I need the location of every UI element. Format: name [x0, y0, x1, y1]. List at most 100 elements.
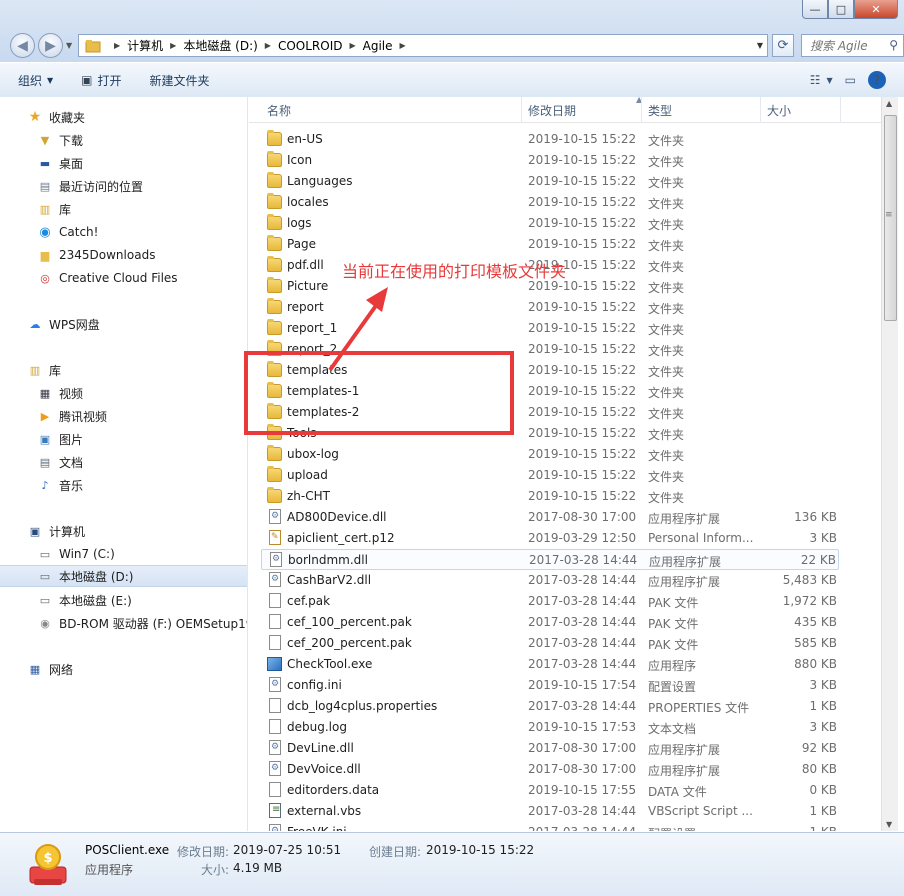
- file-row[interactable]: DevLine.dll 2017-08-30 17:00 应用程序扩展 92 KB: [261, 738, 839, 759]
- settings-file-icon: [269, 509, 281, 524]
- file-date: 2017-03-28 14:44: [528, 804, 637, 818]
- refresh-icon: ⟳: [777, 38, 789, 53]
- sidebar-item-creative-cloud[interactable]: ◎ Creative Cloud Files: [37, 267, 177, 289]
- file-row[interactable]: external.vbs 2017-03-28 14:44 VBScript Scr…: [261, 801, 839, 822]
- maximize-button[interactable]: □: [828, 0, 854, 19]
- column-header-date[interactable]: 修改日期: [522, 97, 642, 123]
- preview-pane-icon[interactable]: ▭: [845, 73, 856, 87]
- breadcrumb-computer[interactable]: 计算机: [127, 37, 163, 54]
- column-header-name[interactable]: 名称: [261, 97, 522, 123]
- search-icon[interactable]: ⚲: [889, 38, 898, 52]
- settings-file-icon: [269, 677, 281, 692]
- new-folder-button[interactable]: 新建文件夹: [150, 72, 210, 89]
- file-row[interactable]: upload 2019-10-15 15:22 文件夹: [261, 465, 839, 486]
- file-row[interactable]: report 2019-10-15 15:22 文件夹: [261, 297, 839, 318]
- file-row[interactable]: debug.log 2019-10-15 17:53 文本文档 3 KB: [261, 717, 839, 738]
- breadcrumb-separator-icon[interactable]: ▶: [400, 41, 406, 50]
- file-row[interactable]: FreeVK.ini 2017-03-28 14:44 配置设置 1 KB: [261, 822, 839, 831]
- folder-icon: [267, 214, 282, 230]
- sidebar-item-documents[interactable]: ▤ 文档: [37, 451, 83, 473]
- sidebar-item-videos[interactable]: ▦ 视频: [37, 382, 83, 404]
- file-row[interactable]: dcb_log4cplus.properties 2017-03-28 14:44…: [261, 696, 839, 717]
- sidebar-item-downloads[interactable]: ▼ 下载: [37, 129, 83, 151]
- open-button[interactable]: ▣ 打开: [81, 72, 121, 89]
- sidebar-item-drive-f[interactable]: ◉ BD-ROM 驱动器 (F:) OEMSetup19: [37, 612, 247, 634]
- sidebar-favorites[interactable]: ★ 收藏夹: [27, 106, 85, 128]
- back-button[interactable]: ◀: [10, 33, 35, 58]
- file-row[interactable]: editorders.data 2019-10-15 17:55 DATA 文件 0 …: [261, 780, 839, 801]
- sidebar-item-music[interactable]: ♪ 音乐: [37, 474, 83, 496]
- file-row[interactable]: CashBarV2.dll 2017-03-28 14:44 应用程序扩展 5,483…: [261, 570, 839, 591]
- file-row[interactable]: DevVoice.dll 2017-08-30 17:00 应用程序扩展 80 KB: [261, 759, 839, 780]
- sidebar-item-drive-c[interactable]: ▭ Win7 (C:): [37, 543, 115, 565]
- forward-button[interactable]: ▶: [38, 33, 63, 58]
- sidebar-item-tencent-video[interactable]: ▶ 腾讯视频: [37, 405, 107, 427]
- breadcrumb-separator-icon[interactable]: ▶: [114, 41, 120, 50]
- sidebar-item-pictures[interactable]: ▣ 图片: [37, 428, 83, 450]
- scroll-up-icon[interactable]: ▲: [886, 99, 892, 108]
- file-row[interactable]: report_1 2019-10-15 15:22 文件夹: [261, 318, 839, 339]
- sidebar-item-2345downloads[interactable]: ▆ 2345Downloads: [37, 244, 156, 266]
- file-row[interactable]: apiclient_cert.p12 2019-03-29 12:50 Person…: [261, 528, 839, 549]
- sidebar-item-drive-d[interactable]: ▭ 本地磁盘 (D:): [0, 565, 247, 587]
- column-header-size[interactable]: 大小: [761, 97, 841, 123]
- sidebar-network[interactable]: ▦ 网络: [27, 658, 73, 680]
- breadcrumb-coolroid[interactable]: COOLROID: [278, 39, 343, 53]
- column-header-type[interactable]: 类型: [642, 97, 761, 123]
- file-type: 文件夹: [648, 155, 685, 169]
- sidebar-item-desktop[interactable]: ▬ 桌面: [37, 152, 83, 174]
- recent-pages-dropdown-icon[interactable]: ▼: [66, 41, 72, 50]
- file-row[interactable]: en-US 2019-10-15 15:22 文件夹: [261, 129, 839, 150]
- file-date: 2019-10-15 15:22: [528, 384, 637, 398]
- file-row[interactable]: AD800Device.dll 2017-08-30 17:00 应用程序扩展 136…: [261, 507, 839, 528]
- breadcrumb-drive-d[interactable]: 本地磁盘 (D:): [183, 37, 257, 54]
- help-icon[interactable]: ?: [868, 71, 886, 89]
- sidebar-item-drive-e[interactable]: ▭ 本地磁盘 (E:): [37, 589, 132, 611]
- scroll-down-icon[interactable]: ▼: [886, 820, 892, 829]
- folder-icon: [267, 130, 282, 146]
- file-row[interactable]: borlndmm.dll 2017-03-28 14:44 应用程序扩展 22 KB: [261, 549, 839, 570]
- sidebar-item-recent-places[interactable]: ▤ 最近访问的位置: [37, 175, 143, 197]
- search-box[interactable]: ⚲: [801, 34, 904, 57]
- address-history-dropdown-icon[interactable]: ▼: [757, 41, 763, 50]
- breadcrumb-separator-icon[interactable]: ▶: [170, 41, 176, 50]
- navigation-pane: ★ 收藏夹 ▼ 下载 ▬ 桌面 ▤ 最近访问的位置 ▥ 库 ◉ Catch! ▆…: [0, 97, 248, 831]
- breadcrumb-separator-icon[interactable]: ▶: [265, 41, 271, 50]
- breadcrumb-agile[interactable]: Agile: [363, 39, 393, 53]
- refresh-button[interactable]: ⟳: [772, 34, 794, 57]
- file-row[interactable]: locales 2019-10-15 15:22 文件夹: [261, 192, 839, 213]
- address-bar[interactable]: ▶ 计算机 ▶ 本地磁盘 (D:) ▶ COOLROID ▶ Agile ▶ ▼: [78, 34, 768, 57]
- breadcrumb-separator-icon[interactable]: ▶: [349, 41, 355, 50]
- file-row[interactable]: cef.pak 2017-03-28 14:44 PAK 文件 1,972 KB: [261, 591, 839, 612]
- file-row[interactable]: zh-CHT 2019-10-15 15:22 文件夹: [261, 486, 839, 507]
- folder-icon: [267, 445, 282, 461]
- file-size: 22 KB: [800, 553, 836, 567]
- cloud-icon: ☁: [29, 317, 41, 331]
- organize-button[interactable]: 组织 ▼: [18, 72, 53, 89]
- sidebar-libraries[interactable]: ▥ 库: [27, 359, 61, 381]
- file-row[interactable]: config.ini 2019-10-15 17:54 配置设置 3 KB: [261, 675, 839, 696]
- file-row[interactable]: Page 2019-10-15 15:22 文件夹: [261, 234, 839, 255]
- file-row[interactable]: cef_100_percent.pak 2017-03-28 14:44 PAK 文…: [261, 612, 839, 633]
- documents-icon: ▤: [39, 455, 51, 469]
- search-input[interactable]: [810, 38, 882, 53]
- view-options-icon[interactable]: ☷: [810, 73, 821, 87]
- file-row[interactable]: CheckTool.exe 2017-03-28 14:44 应用程序 880 KB: [261, 654, 839, 675]
- sidebar-item-library[interactable]: ▥ 库: [37, 198, 71, 220]
- chevron-down-icon[interactable]: ▼: [827, 76, 833, 85]
- settings-file-icon: [270, 552, 282, 567]
- close-button[interactable]: ✕: [854, 0, 898, 19]
- sidebar-wps-drive[interactable]: ☁ WPS网盘: [27, 313, 100, 335]
- hard-drive-icon: ▭: [39, 593, 51, 607]
- file-row[interactable]: Icon 2019-10-15 15:22 文件夹: [261, 150, 839, 171]
- file-row[interactable]: logs 2019-10-15 15:22 文件夹: [261, 213, 839, 234]
- settings-file-icon: [269, 761, 281, 776]
- file-row[interactable]: cef_200_percent.pak 2017-03-28 14:44 PAK 文…: [261, 633, 839, 654]
- sidebar-computer[interactable]: ▣ 计算机: [27, 520, 85, 542]
- minimize-button[interactable]: —: [802, 0, 828, 19]
- file-row[interactable]: Languages 2019-10-15 15:22 文件夹: [261, 171, 839, 192]
- vertical-scrollbar[interactable]: ▲ ≡ ▼: [881, 97, 898, 831]
- sidebar-item-catch[interactable]: ◉ Catch!: [37, 221, 98, 243]
- file-name: logs: [287, 216, 312, 230]
- file-row[interactable]: ubox-log 2019-10-15 15:22 文件夹: [261, 444, 839, 465]
